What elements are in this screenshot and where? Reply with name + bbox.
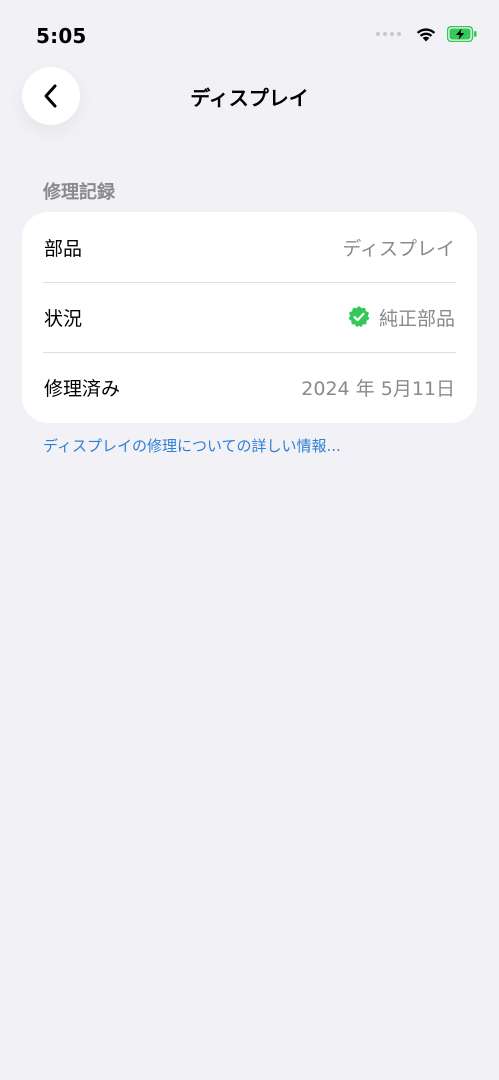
wifi-icon bbox=[416, 28, 436, 42]
repair-history-card: 部品 ディスプレイ 状況 純正部品 修理済み 2024 年 5月11日 bbox=[22, 212, 477, 423]
status-icons bbox=[376, 26, 477, 42]
row-status: 状況 純正部品 bbox=[22, 282, 477, 352]
row-part: 部品 ディスプレイ bbox=[22, 212, 477, 282]
row-value: 2024 年 5月11日 bbox=[301, 377, 455, 400]
status-value: 純正部品 bbox=[378, 307, 455, 330]
page-title: ディスプレイ bbox=[190, 86, 309, 110]
row-label: 修理済み bbox=[44, 377, 121, 400]
battery-charging-icon bbox=[447, 26, 477, 42]
row-value-container: 純正部品 bbox=[347, 304, 455, 331]
row-label: 部品 bbox=[44, 237, 83, 260]
signal-dots-icon bbox=[376, 32, 401, 36]
status-bar: 5:05 bbox=[0, 0, 499, 70]
section-header-repair-history: 修理記録 bbox=[43, 182, 115, 203]
navigation-bar: ディスプレイ bbox=[0, 64, 499, 128]
row-value: ディスプレイ bbox=[342, 237, 455, 260]
row-label: 状況 bbox=[44, 307, 83, 330]
display-repair-info-link[interactable]: ディスプレイの修理についての詳しい情報... bbox=[43, 435, 341, 456]
row-repaired-date: 修理済み 2024 年 5月11日 bbox=[22, 352, 477, 422]
status-time: 5:05 bbox=[36, 24, 87, 48]
verified-badge-icon bbox=[348, 306, 370, 328]
